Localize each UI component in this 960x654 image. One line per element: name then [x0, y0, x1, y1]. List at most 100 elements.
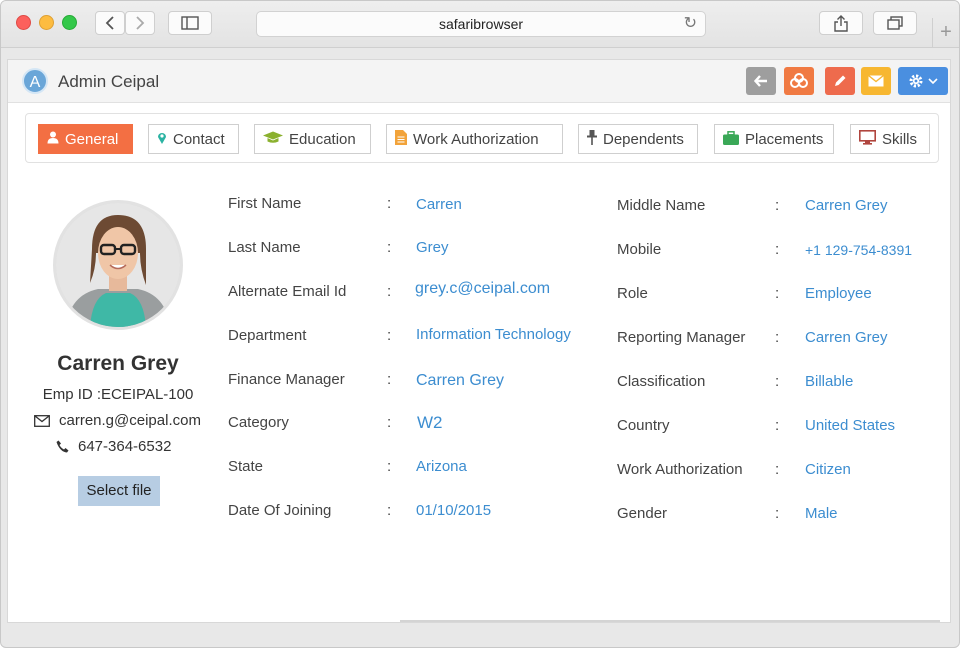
address-bar[interactable]: safaribrowser ↻ — [256, 11, 706, 37]
map-marker-icon — [157, 131, 167, 148]
field-label: First Name — [228, 195, 302, 212]
link-icon — [790, 73, 808, 88]
tab-label: Education — [289, 130, 356, 148]
document-icon — [395, 130, 407, 148]
profile-phone: 647-364-6532 — [56, 438, 171, 455]
profile-name: Carren Grey — [57, 352, 179, 375]
pin-icon — [587, 130, 597, 148]
field-value[interactable]: grey.c@ceipal.com — [415, 280, 550, 298]
select-file-button[interactable]: Select file — [78, 476, 160, 506]
field-label: State — [228, 458, 264, 475]
chevron-right-icon — [136, 16, 145, 30]
field-label: Category — [228, 414, 289, 431]
field-colon: : — [387, 195, 392, 212]
profile-tabs: General Contact Education Work Authoriza… — [25, 113, 939, 163]
tab-label: Work Authorization — [413, 130, 539, 148]
horizontal-scrollbar[interactable] — [400, 620, 940, 622]
graduation-cap-icon — [263, 131, 283, 147]
envelope-icon — [34, 414, 50, 427]
reload-icon[interactable]: ↻ — [684, 12, 697, 36]
field-value: United States — [805, 417, 896, 434]
field-colon: : — [387, 239, 392, 256]
profile-email-text[interactable]: carren.g@ceipal.com — [59, 412, 201, 429]
field-label: Work Authorization — [617, 461, 743, 478]
field-colon: : — [775, 461, 780, 478]
edit-button[interactable] — [825, 67, 855, 95]
admin-name: Admin Ceipal — [58, 72, 160, 91]
browser-window: safaribrowser ↻ + A Admin Ceipal General… — [0, 0, 960, 648]
field-colon: : — [387, 283, 392, 300]
field-colon: : — [775, 417, 780, 434]
forward-button[interactable] — [125, 11, 155, 35]
field-colon: : — [775, 505, 780, 522]
field-value: Billable — [805, 373, 854, 390]
tab-dependents[interactable]: Dependents — [578, 124, 698, 154]
pencil-icon — [835, 75, 846, 86]
tab-contact[interactable]: Contact — [148, 124, 239, 154]
field-value: Carren Grey — [416, 372, 505, 389]
settings-dropdown-button[interactable] — [898, 67, 948, 95]
envelope-icon — [868, 75, 884, 87]
field-value: Grey — [416, 239, 449, 256]
chevron-down-icon — [928, 78, 938, 85]
field-value: Arizona — [416, 458, 467, 475]
tab-skills[interactable]: Skills — [850, 124, 930, 154]
arrow-left-icon — [754, 75, 767, 87]
field-label: Middle Name — [617, 197, 706, 214]
field-label: Alternate Email Id — [228, 283, 347, 300]
tab-education[interactable]: Education — [254, 124, 371, 154]
links-button[interactable] — [784, 67, 814, 95]
tab-label: Dependents — [603, 130, 684, 148]
gear-icon — [909, 74, 923, 88]
field-label: Role — [617, 285, 648, 302]
briefcase-icon — [723, 130, 739, 148]
field-colon: : — [387, 502, 392, 519]
zoom-window-button[interactable] — [62, 15, 77, 30]
profile-phone-text: 647-364-6532 — [78, 438, 172, 455]
employee-id: Emp ID :ECEIPAL-100 — [42, 386, 194, 403]
field-colon: : — [775, 241, 780, 258]
sidebar-icon — [181, 16, 199, 30]
share-button[interactable] — [819, 11, 863, 35]
field-colon: : — [775, 329, 780, 346]
field-value: Employee — [805, 285, 872, 302]
minimize-window-button[interactable] — [39, 15, 54, 30]
tab-label: Skills — [882, 130, 918, 148]
field-colon: : — [775, 373, 780, 390]
close-window-button[interactable] — [16, 15, 31, 30]
profile-photo — [53, 200, 183, 330]
profile-email: carren.g@ceipal.com — [34, 412, 201, 429]
address-text: safaribrowser — [438, 16, 524, 32]
field-label: Date Of Joining — [228, 502, 332, 519]
field-colon: : — [775, 285, 780, 302]
field-value[interactable]: +1 129-754-8391 — [805, 242, 912, 258]
share-icon — [834, 14, 848, 32]
back-action-button[interactable] — [746, 67, 776, 95]
app-page: A Admin Ceipal General Contact Education… — [7, 59, 951, 623]
field-value: Carren Grey — [805, 329, 888, 346]
field-label: Mobile — [617, 241, 662, 258]
field-value: W2 — [417, 413, 443, 432]
tabs-overview-button[interactable] — [873, 11, 917, 35]
field-colon: : — [387, 414, 392, 431]
browser-titlebar: safaribrowser ↻ + — [1, 1, 959, 48]
field-colon: : — [387, 371, 392, 388]
field-label: Gender — [617, 505, 668, 522]
field-label: Finance Manager — [228, 371, 345, 388]
admin-avatar[interactable]: A — [22, 68, 48, 94]
field-colon: : — [387, 327, 392, 344]
email-button[interactable] — [861, 67, 891, 95]
field-colon: : — [387, 458, 392, 475]
field-label: Department — [228, 327, 307, 344]
tab-general[interactable]: General — [38, 124, 133, 154]
new-tab-button[interactable]: + — [932, 18, 959, 47]
field-label: Classification — [617, 373, 706, 390]
monitor-icon — [859, 130, 876, 148]
field-value: Citizen — [805, 461, 851, 478]
sidebar-toggle-button[interactable] — [168, 11, 212, 35]
tab-label: Contact — [173, 130, 225, 148]
back-button[interactable] — [95, 11, 125, 35]
tab-work-authorization[interactable]: Work Authorization — [386, 124, 563, 154]
tab-placements[interactable]: Placements — [714, 124, 834, 154]
field-label: Country — [617, 417, 670, 434]
